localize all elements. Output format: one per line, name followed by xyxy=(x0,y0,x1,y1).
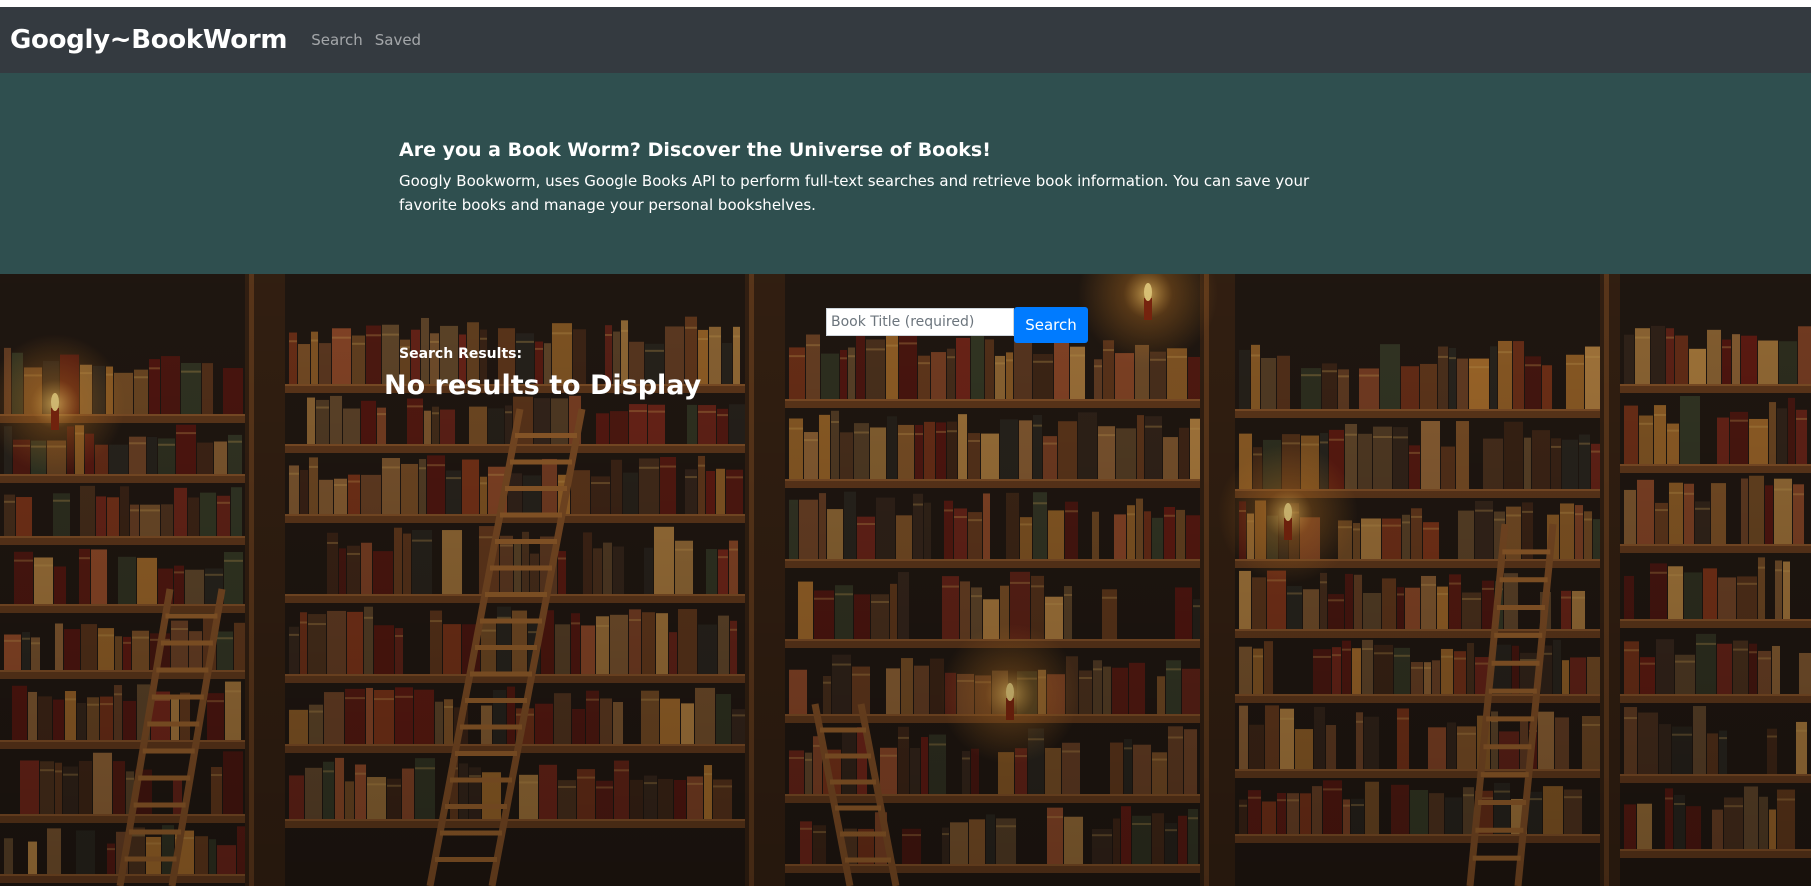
library-background-image xyxy=(0,274,1811,886)
no-results-message: No results to Display xyxy=(384,370,702,401)
search-form: Search xyxy=(826,307,1088,343)
hero-heading: Are you a Book Worm? Discover the Univer… xyxy=(399,139,991,161)
top-strip xyxy=(0,0,1811,7)
hero-banner: Are you a Book Worm? Discover the Univer… xyxy=(0,73,1811,274)
search-button[interactable]: Search xyxy=(1014,307,1088,343)
navbar: Googly~BookWorm Search Saved xyxy=(0,7,1811,73)
book-title-input[interactable] xyxy=(826,308,1014,336)
hero-description: Googly Bookworm, uses Google Books API t… xyxy=(399,172,1310,214)
brand-logo[interactable]: Googly~BookWorm xyxy=(10,25,287,55)
nav-link-search[interactable]: Search xyxy=(311,31,363,49)
search-results-label: Search Results: xyxy=(399,346,523,362)
nav-link-saved[interactable]: Saved xyxy=(375,31,421,49)
